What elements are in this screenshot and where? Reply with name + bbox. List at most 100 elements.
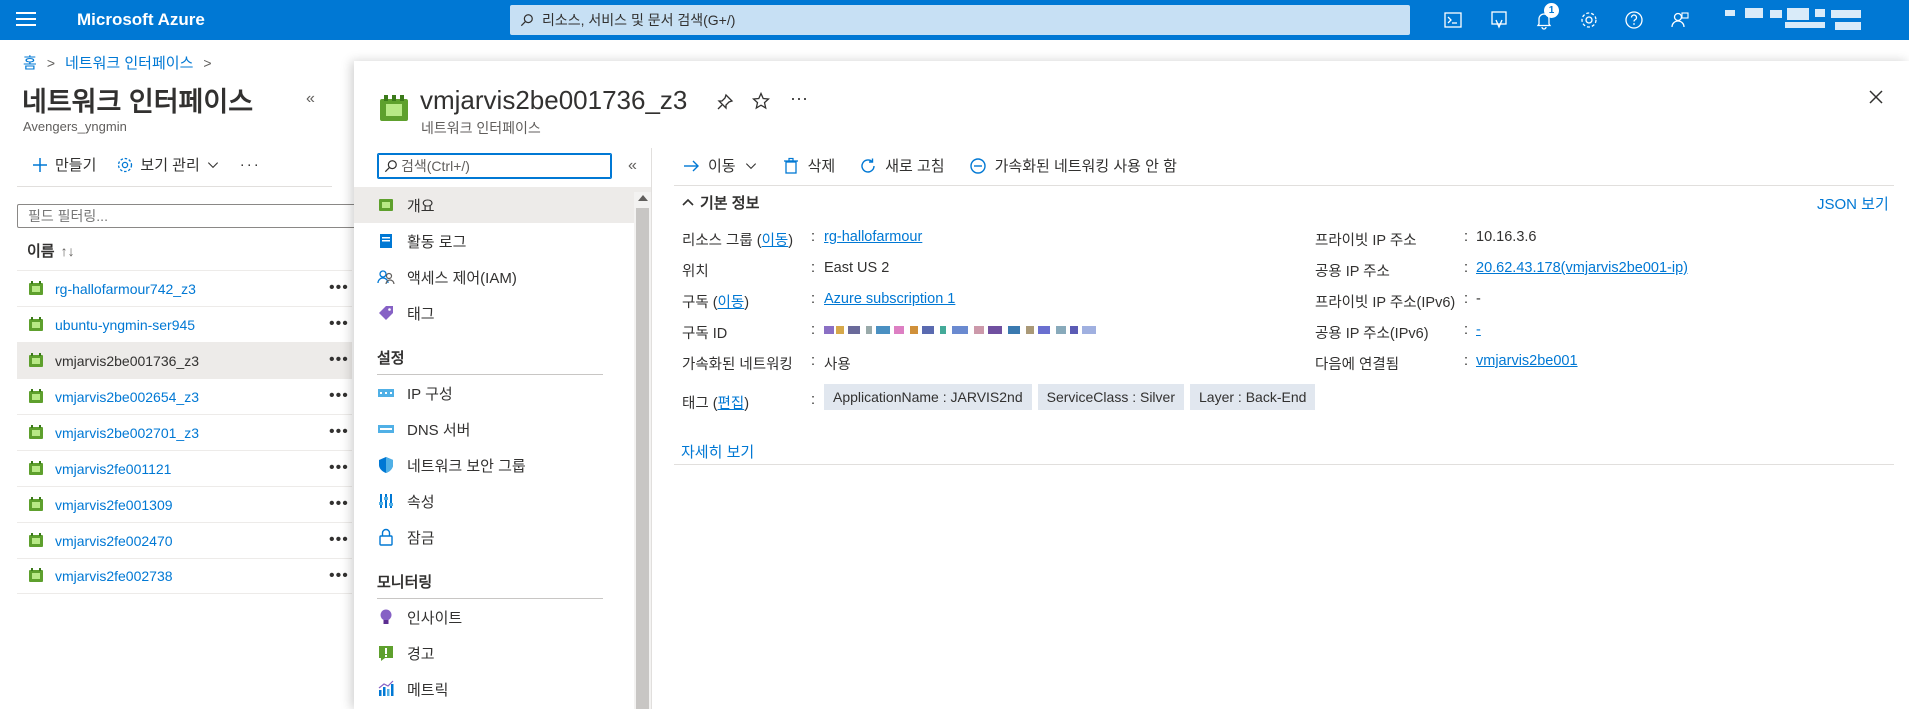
edit-tags-link[interactable]: 편집 [718, 396, 745, 412]
prop-label: 구독 (이동) [682, 295, 750, 311]
breadcrumb-network-interfaces[interactable]: 네트워크 인터페이스 [65, 52, 193, 73]
essentials-title: 기본 정보 [700, 195, 760, 212]
tag-chip[interactable]: ServiceClass : Silver [1037, 384, 1184, 410]
move-button[interactable]: 이동 [682, 155, 758, 176]
list-item-selected[interactable]: vmjarvis2be001736_z3 ••• [17, 342, 352, 378]
collapse-menu-icon[interactable]: « [628, 157, 637, 175]
account-avatar[interactable] [1725, 6, 1875, 34]
refresh-button[interactable]: 새로 고침 [859, 155, 945, 176]
list-item[interactable]: vmjarvis2fe001121 ••• [17, 450, 352, 486]
row-more-icon[interactable]: ••• [329, 279, 349, 297]
menu-item-label: 속성 [407, 493, 435, 511]
tag-chip[interactable]: ApplicationName : JARVIS2nd [824, 384, 1032, 410]
menu-item-insights[interactable]: 인사이트 [354, 599, 651, 635]
menu-item-dns[interactable]: DNS 서버 [354, 411, 651, 447]
menu-search-input[interactable]: 검색(Ctrl+/) [377, 153, 612, 179]
subscription-link[interactable]: Azure subscription 1 [824, 291, 955, 307]
menu-item-overview[interactable]: 개요 [354, 187, 651, 223]
scrollbar-thumb[interactable] [636, 208, 649, 709]
page-title: 네트워크 인터페이스 [22, 87, 254, 117]
row-more-icon[interactable]: ••• [329, 459, 349, 477]
feedback-icon[interactable] [1668, 8, 1692, 32]
move-label: 이동 [708, 158, 736, 175]
scroll-up-arrow-icon[interactable] [638, 195, 648, 201]
see-more-link[interactable]: 자세히 보기 [681, 441, 754, 462]
cloud-shell-icon[interactable] [1441, 8, 1465, 32]
menu-item-iam[interactable]: 액세스 제어(IAM) [354, 259, 651, 295]
menu-item-metrics[interactable]: 메트릭 [354, 671, 651, 707]
row-more-icon[interactable]: ••• [329, 423, 349, 441]
move-link[interactable]: 이동 [718, 295, 745, 311]
list-item[interactable]: vmjarvis2be002701_z3 ••• [17, 414, 352, 450]
network-interface-icon [29, 460, 43, 475]
list-item[interactable]: vmjarvis2fe002470 ••• [17, 522, 352, 558]
manage-view-button[interactable]: 보기 관리 [116, 154, 219, 175]
menu-item-nsg[interactable]: 네트워크 보안 그룹 [354, 447, 651, 483]
global-search-input[interactable]: 리소스, 서비스 및 문서 검색(G+/) [510, 5, 1410, 35]
menu-item-properties[interactable]: 속성 [354, 483, 651, 519]
resource-group-link[interactable]: rg-hallofarmour [824, 229, 922, 245]
prop-label: 태그 (편집) [682, 396, 750, 412]
sort-arrows-icon[interactable]: ↑↓ [61, 243, 75, 259]
row-more-icon[interactable]: ••• [329, 387, 349, 405]
json-view-link[interactable]: JSON 보기 [1817, 193, 1889, 214]
help-icon[interactable] [1622, 8, 1646, 32]
row-more-icon[interactable]: ••• [329, 567, 349, 585]
menu-item-tags[interactable]: 태그 [354, 295, 651, 331]
menu-item-locks[interactable]: 잠금 [354, 519, 651, 555]
delete-button[interactable]: 삭제 [782, 155, 835, 176]
more-options-icon[interactable]: ··· [240, 156, 261, 173]
field-filter-input[interactable] [17, 204, 357, 228]
menu-item-label: 개요 [407, 197, 435, 215]
more-options-icon[interactable]: ··· [790, 88, 808, 109]
menu-item-label: DNS 서버 [407, 421, 471, 439]
brand-title[interactable]: Microsoft Azure [77, 10, 205, 30]
column-header-name[interactable]: 이름 ↑↓ [27, 240, 75, 261]
public-ip-link[interactable]: 20.62.43.178(vmjarvis2be001-ip) [1476, 260, 1688, 276]
list-item[interactable]: ubuntu-yngmin-ser945 ••• [17, 306, 352, 342]
breadcrumb: 홈 > 네트워크 인터페이스 > [23, 52, 212, 73]
create-button[interactable]: 만들기 [31, 154, 96, 175]
list-item[interactable]: vmjarvis2fe002738 ••• [17, 558, 352, 594]
refresh-label: 새로 고침 [885, 158, 945, 175]
essentials-toggle[interactable]: 기본 정보 [682, 192, 759, 213]
close-icon[interactable] [1868, 89, 1884, 105]
notifications-icon[interactable]: 1 [1532, 3, 1559, 32]
prop-label: 공용 IP 주소 [1315, 264, 1390, 280]
list-item[interactable]: vmjarvis2fe001309 ••• [17, 486, 352, 522]
prop-label: 위치 [682, 264, 709, 280]
properties-icon [379, 494, 393, 508]
menu-item-ip-config[interactable]: IP 구성 [354, 375, 651, 411]
disable-accelerated-networking-button[interactable]: 가속화된 네트워킹 사용 안 함 [969, 155, 1177, 176]
move-link[interactable]: 이동 [762, 233, 789, 249]
chevron-right-icon: > [203, 54, 212, 71]
settings-icon[interactable] [1577, 8, 1601, 32]
row-more-icon[interactable]: ••• [329, 495, 349, 513]
breadcrumb-home[interactable]: 홈 [23, 52, 37, 73]
tag-chip[interactable]: Layer : Back-End [1190, 384, 1316, 410]
menu-item-activity-log[interactable]: 활동 로그 [354, 223, 651, 259]
menu-section-settings: 설정 [354, 331, 651, 375]
people-icon [377, 270, 395, 285]
hamburger-menu-icon[interactable] [16, 12, 36, 28]
row-more-icon[interactable]: ••• [329, 351, 349, 369]
menu-divider [651, 148, 652, 709]
list-item-name: rg-hallofarmour742_z3 [55, 280, 196, 297]
collapse-list-icon[interactable]: « [306, 90, 315, 108]
menu-search-placeholder: 검색(Ctrl+/) [401, 158, 470, 174]
row-more-icon[interactable]: ••• [329, 315, 349, 333]
menu-scrollbar[interactable] [634, 192, 651, 709]
list-item[interactable]: vmjarvis2be002654_z3 ••• [17, 378, 352, 414]
refresh-icon [861, 158, 875, 173]
pin-icon[interactable] [716, 93, 734, 111]
row-more-icon[interactable]: ••• [329, 531, 349, 549]
star-icon[interactable] [752, 92, 770, 110]
tag-list: ApplicationName : JARVIS2nd ServiceClass … [824, 384, 1321, 410]
list-item[interactable]: rg-hallofarmour742_z3 ••• [17, 270, 352, 306]
search-icon [384, 160, 397, 173]
lightbulb-icon [380, 609, 392, 624]
directory-filter-icon[interactable] [1487, 8, 1511, 32]
menu-item-alerts[interactable]: 경고 [354, 635, 651, 671]
connected-vm-link[interactable]: vmjarvis2be001 [1476, 353, 1578, 369]
public-ipv6-link[interactable]: - [1476, 322, 1481, 338]
